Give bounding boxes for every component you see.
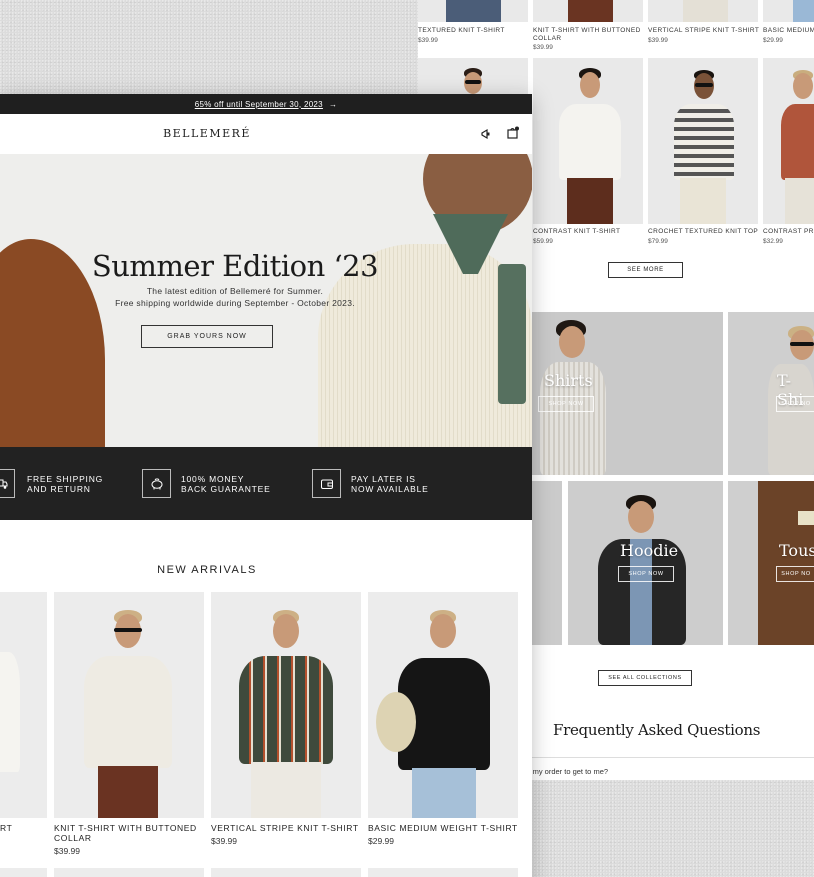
megaphone-icon[interactable] [480,127,492,140]
feature-line: BACK GUARANTEE [181,484,271,494]
product-price: $59.99 [533,238,553,245]
feature-line: NOW AVAILABLE [351,484,429,494]
product-image[interactable] [0,592,47,818]
product-price: $29.99 [763,37,783,44]
product-price: $39.99 [533,44,553,51]
shopping-bag-icon[interactable] [506,126,519,139]
product-name[interactable]: VERTICAL STRIPE KNIT T-SHIRT [211,823,363,833]
feature-text: 100% MONEY BACK GUARANTEE [181,474,271,494]
announcement-bar[interactable]: 65% off until September 30, 2023 → [0,94,532,114]
feature-line: FREE SHIPPING [27,474,104,484]
collection-tile-shirts[interactable] [532,312,723,475]
product-image[interactable] [0,868,47,877]
product-name[interactable]: KNIT T-SHIRT WITH BUTTONED COLLAR [533,27,645,43]
feature-line: 100% MONEY [181,474,245,484]
product-image[interactable] [763,58,814,224]
product-image[interactable] [418,0,528,22]
product-name[interactable]: CONTRAST PRI [763,228,814,236]
product-image[interactable] [533,0,643,22]
collection-title: Touse [779,541,814,560]
product-image[interactable] [648,0,758,22]
collection-title: Hoodie [620,541,679,560]
product-name[interactable]: VERTICAL STRIPE KNIT T-SHIRT [648,27,760,35]
product-name[interactable]: RT [0,823,12,833]
faq-divider [532,757,814,758]
shop-now-button[interactable]: SHOP NOW [538,396,594,412]
brand-logo[interactable]: BELLEMERÉ [0,127,414,140]
hero-subtitle: The latest edition of Bellemeré for Summ… [146,286,324,296]
hero-banner: Summer Edition ‘23 The latest edition of… [0,154,532,447]
faq-question[interactable]: r my order to get to me? [528,767,608,776]
faq-title: Frequently Asked Questions [553,721,761,739]
product-name[interactable]: TEXTURED KNIT T-SHIRT [418,27,528,35]
product-price: $29.99 [368,836,394,846]
product-price: $39.99 [54,846,80,856]
product-image[interactable] [368,592,518,818]
feature-text: PAY LATER IS NOW AVAILABLE [351,474,429,494]
home-page-preview: 65% off until September 30, 2023 → BELLE… [0,94,532,877]
hero-subtitle: Free shipping worldwide during September… [115,298,355,308]
see-all-collections-button[interactable]: SEE ALL COLLECTIONS [598,670,692,686]
collection-tile-partial[interactable] [532,481,562,645]
product-image[interactable] [211,592,361,818]
shop-now-button[interactable]: SHOP NOW [618,566,674,582]
product-image[interactable] [211,868,361,877]
product-price: $39.99 [418,37,438,44]
product-name[interactable]: KNIT T-SHIRT WITH BUTTONED COLLAR [54,823,206,843]
product-name[interactable]: BASIC MEDIUM [763,27,814,35]
product-price: $32.99 [763,238,783,245]
product-price: $39.99 [211,836,237,846]
shop-now-button[interactable]: SHOP NO [776,396,814,412]
product-image[interactable] [533,58,643,224]
product-name[interactable]: CROCHET TEXTURED KNIT TOP [648,228,760,236]
product-name[interactable]: BASIC MEDIUM WEIGHT T-SHIRT [368,823,528,833]
collection-title: Shirts [544,371,593,390]
see-more-button[interactable]: SEE MORE [608,262,683,278]
collection-tile-trousers[interactable] [728,481,814,645]
feature-line: AND RETURN [27,484,91,494]
announcement-text[interactable]: 65% off until September 30, 2023 [195,100,323,109]
product-image[interactable] [368,868,518,877]
feature-line: PAY LATER IS [351,474,416,484]
product-price: $39.99 [648,37,668,44]
truck-icon [0,469,15,498]
features-bar: FREE SHIPPING AND RETURN 100% MONEY BACK… [0,447,532,520]
product-image[interactable] [418,58,528,94]
site-header: BELLEMERÉ [0,114,532,154]
product-name[interactable]: CONTRAST KNIT T-SHIRT [533,228,645,236]
shop-now-button[interactable]: SHOP NO [776,566,814,582]
product-image[interactable] [648,58,758,224]
product-price: $79.99 [648,238,668,245]
product-image[interactable] [54,868,204,877]
piggy-bank-icon [142,469,171,498]
collection-tile-hoodie[interactable] [568,481,723,645]
product-image[interactable] [763,0,814,22]
product-image[interactable] [54,592,204,818]
wallet-icon [312,469,341,498]
arrow-right-icon: → [328,99,338,109]
grab-yours-now-button[interactable]: GRAB YOURS NOW [141,325,273,348]
feature-text: FREE SHIPPING AND RETURN [27,474,103,494]
hero-title: Summer Edition ‘23 [91,249,379,283]
section-title: NEW ARRIVALS [157,564,257,576]
